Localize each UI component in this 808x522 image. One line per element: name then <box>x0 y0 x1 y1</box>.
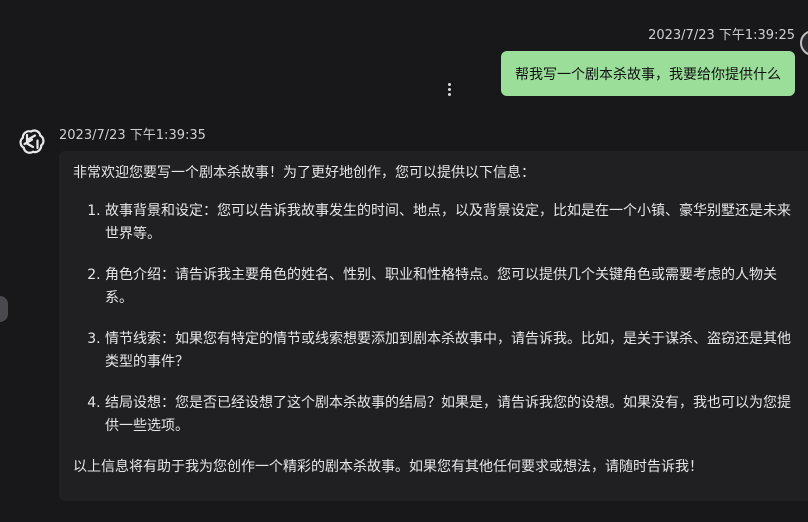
list-item: 故事背景和设定：您可以告诉我故事发生的时间、地点，以及背景设定，比如是在一个小镇… <box>105 200 805 246</box>
user-message-bubble: 帮我写一个剧本杀故事，我要给你提供什么 <box>501 51 795 96</box>
assistant-intro: 非常欢迎您要写一个剧本杀故事！为了更好地创作，您可以提供以下信息： <box>73 165 535 181</box>
assistant-timestamp: 2023/7/23 下午1:39:35 <box>59 128 206 143</box>
info-list: 故事背景和设定：您可以告诉我故事发生的时间、地点，以及背景设定，比如是在一个小镇… <box>73 200 805 438</box>
user-timestamp: 2023/7/23 下午1:39:25 <box>648 28 795 43</box>
list-item: 结局设想：您是否已经设想了这个剧本杀故事的结局？如果是，请告诉我您的设想。如果没… <box>105 392 805 438</box>
assistant-outro: 以上信息将有助于我为您创作一个精彩的剧本杀故事。如果您有其他任何要求或想法，请随… <box>73 459 703 475</box>
openai-logo-icon <box>14 125 48 159</box>
list-item: 角色介绍：请告诉我主要角色的姓名、性别、职业和性格特点。您可以提供几个关键角色或… <box>105 264 805 310</box>
more-vertical-icon[interactable] <box>444 80 454 98</box>
scroll-handle[interactable] <box>0 296 8 322</box>
assistant-message-bubble: 非常欢迎您要写一个剧本杀故事！为了更好地创作，您可以提供以下信息： 故事背景和设… <box>59 151 808 501</box>
user-avatar <box>800 30 808 56</box>
list-item: 情节线索：如果您有特定的情节或线索想要添加到剧本杀故事中，请告诉我。比如，是关于… <box>105 328 805 374</box>
